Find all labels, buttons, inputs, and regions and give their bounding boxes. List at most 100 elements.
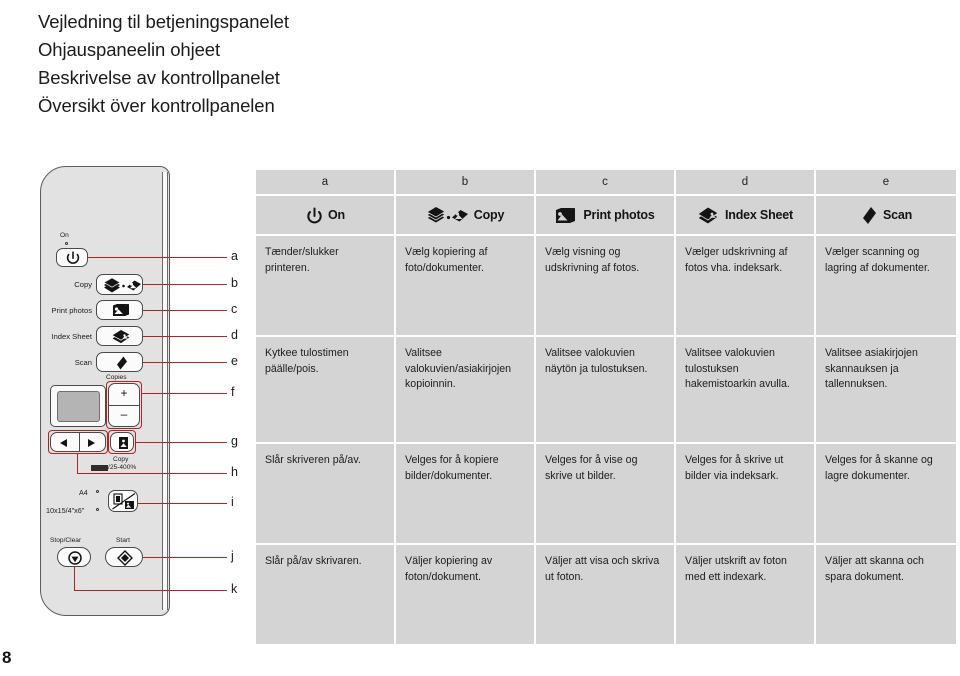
header-letter-e: e [816, 170, 956, 196]
control-panel-table: a b c d e On Copy Print photos Index She… [256, 170, 956, 644]
leader-e [143, 362, 227, 364]
header-icon-label-e: Scan [882, 208, 913, 222]
power-icon [307, 207, 322, 224]
cell-no-d: Velges for å skrive ut bilder via indeks… [676, 444, 816, 545]
callout-e: e [231, 354, 238, 368]
header-letter-d: d [676, 170, 816, 196]
callout-c: c [231, 302, 238, 316]
index-sheet-button-label: Index Sheet [51, 332, 92, 341]
scan-icon [862, 207, 876, 224]
scan-icon [117, 356, 127, 370]
leader-h [77, 473, 227, 475]
leader-i [138, 503, 227, 505]
print-photos-icon [113, 304, 129, 316]
copies-label: Copies [106, 374, 127, 381]
cell-sv-a: Slår på/av skrivaren. [256, 545, 396, 644]
cell-sv-d: Väljer utskrift av foton med ett indexar… [676, 545, 816, 644]
header-letter-b: b [396, 170, 536, 196]
header-icon-cell-c: Print photos [536, 196, 676, 236]
cell-da-d: Vælger udskrivning af fotos vha. indeksa… [676, 236, 816, 337]
start-diamond-icon [117, 550, 133, 566]
highlight-f [106, 381, 142, 429]
stop-clear-label: Stop/Clear [50, 537, 82, 544]
cell-da-b: Vælg kopiering af foto/dokumenter. [396, 236, 536, 337]
title-line-no: Beskrivelse av kontrollpanelet [38, 67, 280, 88]
leader-c [143, 310, 227, 312]
scan-button[interactable] [96, 352, 143, 372]
copy-button-label: Copy [74, 280, 92, 289]
start-label: Start [116, 537, 130, 544]
header-icon-cell-d: Index Sheet [676, 196, 816, 236]
title-line-fi: Ohjauspaneelin ohjeet [38, 39, 221, 60]
start-button[interactable] [105, 547, 143, 567]
leader-k [74, 590, 227, 592]
index-sheet-button[interactable] [96, 326, 143, 346]
callout-a: a [231, 249, 238, 263]
leader-f [142, 393, 227, 395]
header-icon-cell-a: On [256, 196, 396, 236]
paper-type-icon [112, 493, 136, 510]
table-row-danish: Tænder/slukker printeren. Vælg kopiering… [256, 236, 956, 337]
copy-button[interactable] [96, 274, 143, 295]
header-icon-label-a: On [328, 208, 345, 222]
print-photos-button[interactable] [96, 300, 143, 320]
cell-no-e: Velges for å skanne og lagre dokumenter. [816, 444, 956, 545]
leader-b [143, 284, 227, 286]
leader-j [143, 557, 227, 559]
cell-fi-a: Kytkee tulostimen päälle/pois. [256, 337, 396, 444]
table-row-letters: a b c d e [256, 170, 956, 196]
header-letter-a: a [256, 170, 396, 196]
callout-g: g [231, 434, 238, 448]
power-icon [66, 251, 80, 264]
callout-d: d [231, 328, 238, 342]
stop-clear-button[interactable] [57, 547, 91, 567]
print-photos-icon [556, 208, 576, 223]
control-panel-illustration: On a Copy b Print photos c Index Sheet d… [34, 166, 256, 618]
callout-h: h [231, 465, 238, 479]
paper-type-button[interactable] [108, 490, 138, 512]
stop-icon [68, 551, 82, 565]
cell-fi-e: Valitsee asiakirjojen skannauksen ja tal… [816, 337, 956, 444]
callout-b: b [231, 276, 238, 290]
lcd-screen [57, 391, 100, 422]
header-letter-c: c [536, 170, 676, 196]
highlight-h [48, 430, 108, 454]
index-sheet-icon [697, 206, 719, 225]
callout-k: k [231, 582, 238, 596]
callout-j: j [231, 549, 234, 563]
copy-zoom-label: Copy [113, 456, 129, 463]
title-line-da: Vejledning til betjeningspanelet [38, 11, 289, 32]
copy-zoom-range: /25-400% [108, 464, 137, 471]
leader-a [88, 257, 227, 259]
cell-sv-e: Väljer att skanna och spara dokument. [816, 545, 956, 644]
leader-k-vertical [74, 567, 76, 591]
paper-a4-label: A4 [79, 488, 88, 497]
header-icon-label-b: Copy [473, 208, 505, 222]
leader-d [143, 336, 227, 338]
scan-button-label: Scan [74, 358, 92, 367]
header-icon-cell-b: Copy [396, 196, 536, 236]
table-row-norwegian: Slår skriveren på/av. Velges for å kopie… [256, 444, 956, 545]
lcd-frame [50, 385, 106, 427]
leader-h-vertical [77, 454, 79, 474]
cell-fi-b: Valitsee valokuvien/asiakirjojen kopioin… [396, 337, 536, 444]
header-icon-label-c: Print photos [583, 208, 655, 222]
table-row-icons: On Copy Print photos Index Sheet Scan [256, 196, 956, 236]
cell-da-e: Vælger scanning og lagring af dokumenter… [816, 236, 956, 337]
print-photos-button-label: Print photos [51, 306, 92, 315]
cell-da-a: Tænder/slukker printeren. [256, 236, 396, 337]
title-block: Vejledning til betjeningspanelet Ohjausp… [38, 8, 638, 120]
copy-icon [425, 206, 468, 224]
header-icon-label-d: Index Sheet [725, 208, 793, 222]
cell-no-c: Velges for å vise og skrive ut bilder. [536, 444, 676, 545]
table-row-swedish: Slår på/av skrivaren. Väljer kopiering a… [256, 545, 956, 644]
leader-g [136, 442, 227, 444]
on-label: On [60, 232, 69, 239]
cell-sv-b: Väljer kopiering av foton/dokument. [396, 545, 536, 644]
page-number: 8 [2, 648, 12, 667]
cell-da-c: Vælg visning og udskrivning af fotos. [536, 236, 676, 337]
highlight-g [108, 430, 136, 454]
header-icon-cell-e: Scan [816, 196, 956, 236]
power-button[interactable] [56, 248, 88, 267]
cell-no-a: Slår skriveren på/av. [256, 444, 396, 545]
